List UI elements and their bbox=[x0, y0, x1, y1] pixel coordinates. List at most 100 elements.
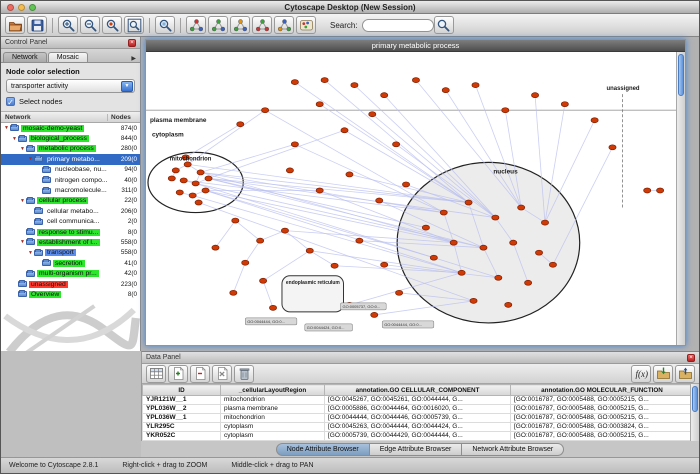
minimize-window-button[interactable] bbox=[18, 4, 25, 11]
graphics-details-icon[interactable] bbox=[155, 16, 175, 34]
new-network-from-selection-icon[interactable] bbox=[230, 16, 250, 34]
network-node[interactable] bbox=[541, 220, 548, 225]
table-row[interactable]: YLR295Ccytoplasm[GO:0045263, GO:0044444,… bbox=[143, 423, 691, 432]
network-node[interactable] bbox=[232, 218, 239, 223]
network-node[interactable] bbox=[480, 245, 487, 250]
tree-item[interactable]: ▼biological_process844(0 bbox=[1, 133, 140, 143]
cell-id[interactable]: YPL036W__1 bbox=[143, 414, 221, 423]
tree-item[interactable]: secretion41(0 bbox=[1, 258, 140, 268]
cell-cellular-component[interactable]: [GO:0045267, GO:0045261, GO:0044444, G..… bbox=[325, 396, 511, 405]
network-node[interactable] bbox=[205, 176, 212, 181]
network-node[interactable] bbox=[470, 298, 477, 303]
table-row[interactable]: YJR121W__1mitochondrion[GO:0045267, GO:0… bbox=[143, 396, 691, 405]
network-node[interactable] bbox=[591, 118, 598, 123]
network-node[interactable] bbox=[381, 93, 388, 98]
network-node[interactable] bbox=[269, 305, 276, 310]
network-node[interactable] bbox=[195, 200, 202, 205]
show-all-icon[interactable] bbox=[208, 16, 228, 34]
expand-arrow-icon[interactable]: ▼ bbox=[11, 136, 18, 142]
network-node[interactable] bbox=[331, 263, 338, 268]
network-vertical-scrollbar[interactable] bbox=[676, 52, 685, 345]
network-node[interactable] bbox=[316, 188, 323, 193]
cell-region[interactable]: plasma membrane bbox=[221, 405, 325, 414]
network-node[interactable] bbox=[458, 270, 465, 275]
cell-molecular-function[interactable]: [GO:0016787, GO:0005488, GO:0005215, G..… bbox=[511, 414, 691, 423]
tree-item[interactable]: macromolecule...311(0 bbox=[1, 185, 140, 195]
tree-item[interactable]: ▼establishment of l...558(0 bbox=[1, 237, 140, 247]
network-node[interactable] bbox=[291, 142, 298, 147]
network-edge[interactable] bbox=[325, 80, 469, 202]
network-node[interactable] bbox=[376, 198, 383, 203]
clone-network-icon[interactable] bbox=[252, 16, 272, 34]
table-vertical-scrollbar[interactable] bbox=[690, 384, 699, 441]
network-node[interactable] bbox=[450, 240, 457, 245]
network-node[interactable] bbox=[396, 290, 403, 295]
network-frame-title[interactable]: primary metabolic process bbox=[146, 40, 685, 52]
network-node[interactable] bbox=[212, 245, 219, 250]
network-node[interactable] bbox=[393, 142, 400, 147]
vizmapper-icon[interactable] bbox=[296, 16, 316, 34]
tree-item[interactable]: unassigned223(0 bbox=[1, 279, 140, 289]
attribute-grid-icon[interactable] bbox=[146, 365, 166, 383]
tree-item[interactable]: nucleobase, nu...94(0 bbox=[1, 165, 140, 175]
network-node[interactable] bbox=[402, 182, 409, 187]
network-node[interactable] bbox=[518, 205, 525, 210]
tree-item[interactable]: multi-organism pr...42(0 bbox=[1, 268, 140, 278]
network-node[interactable] bbox=[230, 290, 237, 295]
network-node[interactable] bbox=[472, 83, 479, 88]
tree-item[interactable]: ▼cellular process22(0 bbox=[1, 196, 140, 206]
cell-cellular-component[interactable]: [GO:0005739, GO:0044429, GO:0044444, G..… bbox=[325, 432, 511, 441]
network-node[interactable] bbox=[561, 102, 568, 107]
tree-item[interactable]: ▼metabolic process280(0 bbox=[1, 144, 140, 154]
network-edge[interactable] bbox=[233, 263, 245, 293]
network-edge[interactable] bbox=[320, 104, 469, 202]
network-node[interactable] bbox=[505, 302, 512, 307]
network-node[interactable] bbox=[176, 190, 183, 195]
expand-arrow-icon[interactable]: ▼ bbox=[27, 250, 34, 256]
table-row[interactable]: YPL036W__1mitochondrion[GO:0044444, GO:0… bbox=[143, 414, 691, 423]
network-node[interactable] bbox=[510, 240, 517, 245]
import-attributes-icon[interactable] bbox=[653, 365, 673, 383]
zoom-window-button[interactable] bbox=[29, 4, 36, 11]
cell-molecular-function[interactable]: [GO:0016787, GO:0005488, GO:0005215, G..… bbox=[511, 432, 691, 441]
network-node[interactable] bbox=[346, 172, 353, 177]
network-node[interactable] bbox=[341, 128, 348, 133]
zoom-selected-region-icon[interactable] bbox=[102, 16, 122, 34]
network-node[interactable] bbox=[172, 168, 179, 173]
network-edge[interactable] bbox=[295, 144, 444, 212]
clear-attribute-icon[interactable] bbox=[212, 365, 232, 383]
select-nodes-option[interactable]: ✓ Select nodes bbox=[6, 97, 135, 106]
network-node[interactable] bbox=[356, 238, 363, 243]
table-row[interactable]: YPL036W__2plasma membrane[GO:0005886, GO… bbox=[143, 405, 691, 414]
cell-id[interactable]: YPL036W__2 bbox=[143, 405, 221, 414]
network-node[interactable] bbox=[180, 178, 187, 183]
column-header[interactable]: _cellularLayoutRegion bbox=[221, 385, 325, 396]
search-input[interactable] bbox=[362, 19, 434, 32]
select-nodes-checkbox[interactable]: ✓ bbox=[6, 97, 15, 106]
cell-cellular-component[interactable]: [GO:0045263, GO:0044444, GO:0044424, G..… bbox=[325, 423, 511, 432]
cell-region[interactable]: cytoplasm bbox=[221, 423, 325, 432]
network-node[interactable] bbox=[492, 215, 499, 220]
network-node[interactable] bbox=[495, 275, 502, 280]
expand-arrow-icon[interactable]: ▼ bbox=[19, 239, 26, 245]
hide-selected-icon[interactable] bbox=[186, 16, 206, 34]
cell-molecular-function[interactable]: [GO:0016787, GO:0005488, GO:0005215, G..… bbox=[511, 396, 691, 405]
tree-column-nodes[interactable]: Nodes bbox=[108, 114, 140, 121]
expand-arrow-icon[interactable]: ▼ bbox=[19, 198, 26, 204]
network-node[interactable] bbox=[189, 193, 196, 198]
trash-icon[interactable] bbox=[234, 365, 254, 383]
network-edge[interactable] bbox=[263, 281, 273, 308]
network-node[interactable] bbox=[412, 78, 419, 83]
network-node[interactable] bbox=[657, 188, 664, 193]
table-row[interactable]: YKR052Ccytoplasm[GO:0005739, GO:0044429,… bbox=[143, 432, 691, 441]
tree-item[interactable]: ▼transport558(0 bbox=[1, 248, 140, 258]
function-builder-icon[interactable]: f(x) bbox=[631, 365, 651, 383]
network-node[interactable] bbox=[535, 250, 542, 255]
column-header[interactable]: annotation.GO MOLECULAR_FUNCTION bbox=[511, 385, 691, 396]
network-node[interactable] bbox=[430, 255, 437, 260]
network-node[interactable] bbox=[184, 162, 191, 167]
scrollbar-thumb[interactable] bbox=[692, 386, 698, 412]
network-node[interactable] bbox=[316, 102, 323, 107]
tree-item[interactable]: nitrogen compo...40(0 bbox=[1, 175, 140, 185]
tree-item[interactable]: Overview8(0 bbox=[1, 289, 140, 299]
